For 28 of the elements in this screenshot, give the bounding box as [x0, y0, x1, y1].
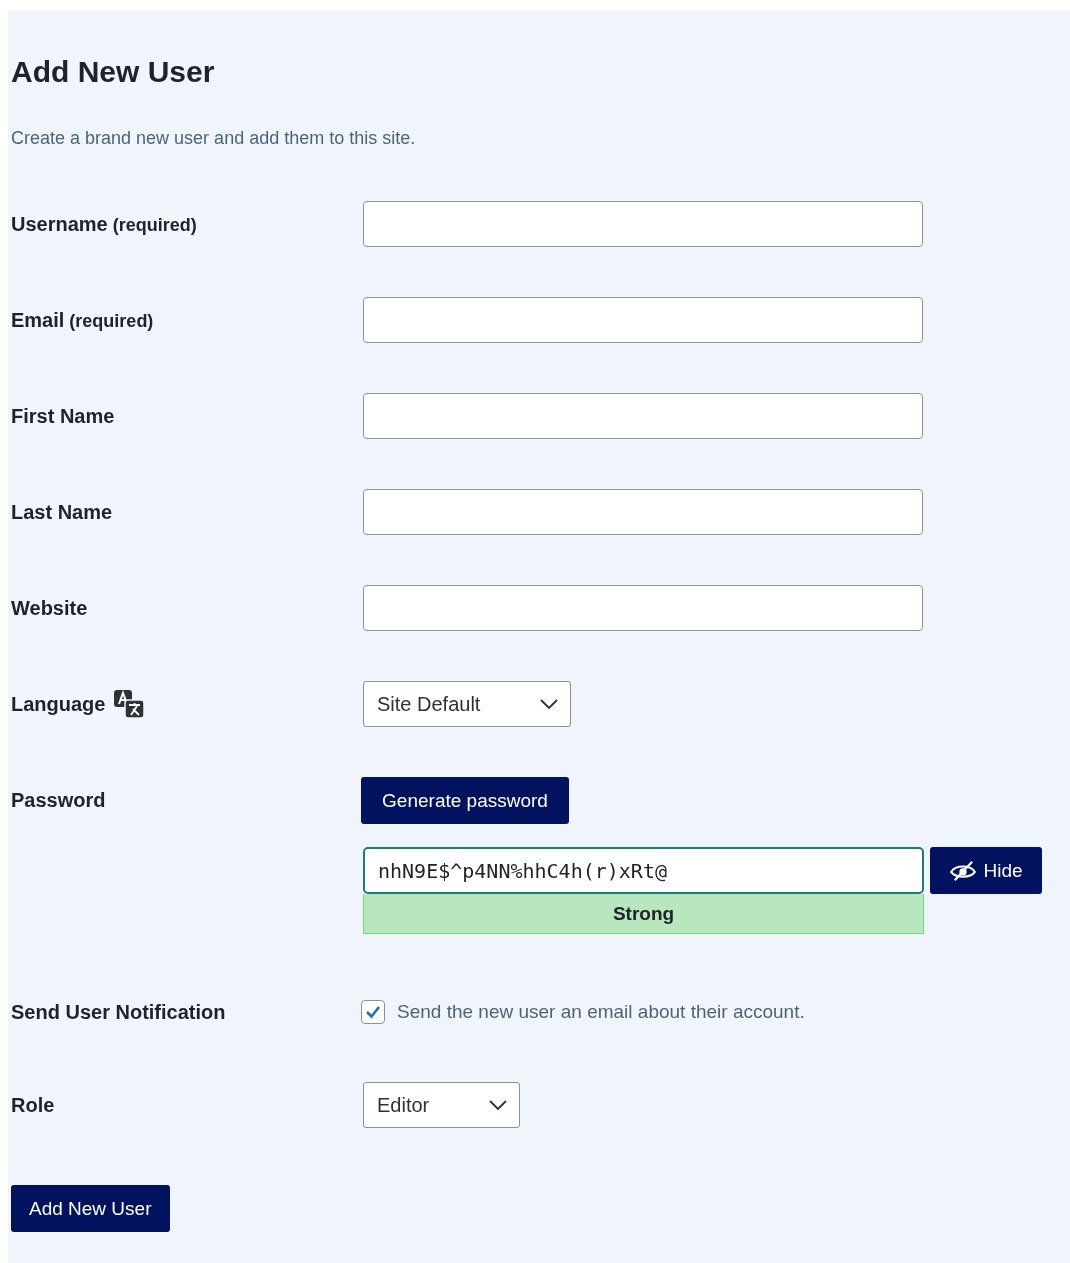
field-label: Website — [11, 596, 88, 620]
field-label: Language — [11, 692, 106, 716]
page-title: Add New User — [11, 54, 216, 90]
password-strength-meter: Strong — [363, 894, 924, 934]
dropdown-field[interactable]: Site Default — [363, 681, 572, 727]
generate-password-button[interactable]: Generate password — [361, 777, 569, 824]
eye-slash-icon — [949, 859, 978, 882]
dropdown-field[interactable]: Editor — [363, 1082, 521, 1128]
field-label: Username (required) — [11, 212, 197, 236]
field-label: Send User Notification — [11, 1000, 226, 1024]
password-field[interactable]: nhN9E$^p4NN%hhC4h(r)xRt@ — [363, 847, 924, 894]
field-label: First Name — [11, 404, 115, 428]
field-label: Role — [11, 1093, 55, 1117]
text-field[interactable] — [363, 489, 923, 535]
chevron-down-icon — [540, 699, 559, 709]
text-field[interactable] — [363, 393, 923, 439]
add-user-button[interactable]: Add New User — [11, 1185, 170, 1232]
checkbox[interactable] — [361, 1000, 385, 1024]
page-description: Create a brand new user and add them to this site. — [11, 127, 417, 150]
chevron-down-icon — [489, 1100, 508, 1110]
text-field[interactable] — [363, 297, 923, 343]
field-label: Last Name — [11, 500, 113, 524]
checkbox-label: Send the new user an email about their account. — [397, 1001, 805, 1023]
text-field[interactable] — [363, 201, 923, 247]
field-label: Password — [11, 789, 106, 812]
text-field[interactable] — [363, 585, 923, 631]
field-label: Email (required) — [11, 308, 154, 332]
hide-password-button[interactable]: Hide — [930, 847, 1042, 894]
